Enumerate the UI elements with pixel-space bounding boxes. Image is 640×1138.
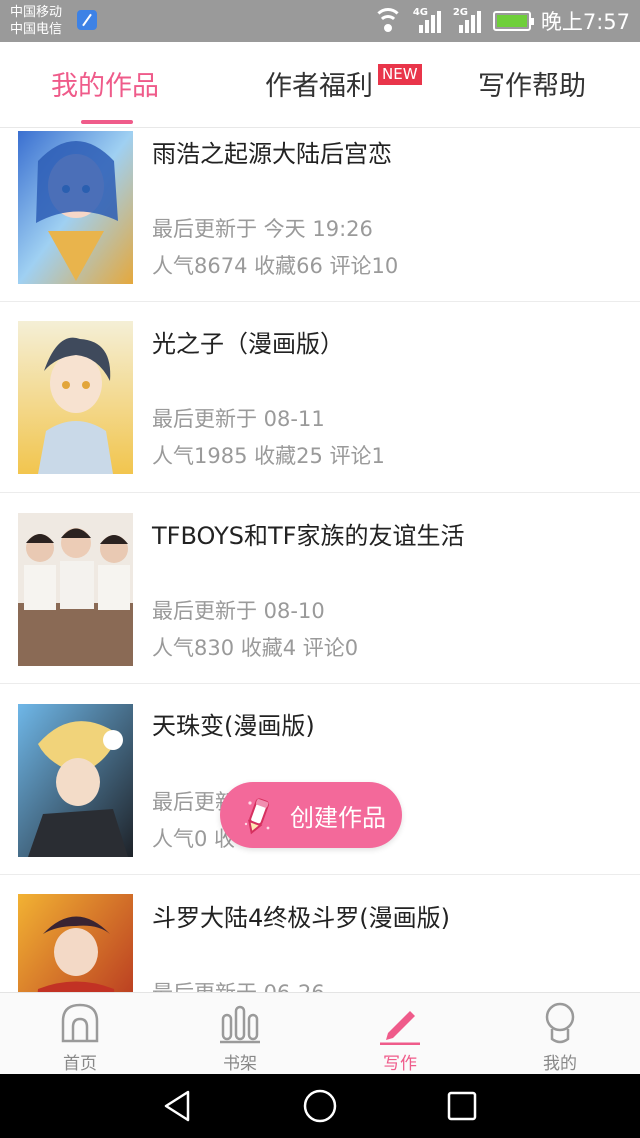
nav-home-label: 首页: [63, 1054, 97, 1074]
back-icon[interactable]: [160, 1088, 196, 1124]
work-stats: 人气8674 收藏66 评论10: [152, 254, 399, 278]
create-work-button[interactable]: 创建作品: [220, 782, 402, 848]
work-updated: 最后更新于 今天 19:26: [152, 217, 373, 241]
profile-icon: [545, 1002, 575, 1044]
work-title: 天珠变(漫画版): [152, 712, 315, 740]
tab-writing-help[interactable]: 写作帮助: [478, 64, 586, 103]
work-cover: [18, 704, 133, 857]
work-title: 光之子（漫画版）: [152, 330, 344, 358]
work-cover: [18, 894, 133, 992]
home-circle-icon[interactable]: [302, 1088, 338, 1124]
list-item[interactable]: TFBOYS和TF家族的友谊生活 最后更新于 08-10 人气830 收藏4 评…: [0, 493, 640, 684]
work-stats: 人气830 收藏4 评论0: [152, 636, 359, 660]
create-work-label: 创建作品: [290, 803, 386, 832]
nav-bookshelf-label: 书架: [223, 1054, 257, 1074]
sim-app-icon: [77, 10, 97, 30]
new-badge: NEW: [378, 64, 422, 85]
top-tabs: 我的作品 作者福利 NEW 写作帮助: [0, 42, 640, 128]
battery-icon: [492, 11, 534, 31]
system-nav-bar: [0, 1074, 640, 1138]
work-updated: 最后更新于 08-11: [152, 407, 325, 431]
tab-my-works[interactable]: 我的作品: [51, 64, 159, 103]
list-item[interactable]: 光之子（漫画版） 最后更新于 08-11 人气1985 收藏25 评论1: [0, 302, 640, 493]
list-item[interactable]: 雨浩之起源大陆后宫恋 最后更新于 今天 19:26 人气8674 收藏66 评论…: [0, 128, 640, 302]
work-title: TFBOYS和TF家族的友谊生活: [152, 522, 465, 550]
bottom-nav: 首页 书架 写作 我的: [0, 992, 640, 1074]
work-updated: 最后更新于 06-26: [152, 977, 325, 992]
status-time: 晚上7:57: [540, 10, 630, 34]
signal-2g-icon: 2G: [453, 7, 483, 33]
nav-write-label: 写作: [383, 1054, 417, 1074]
pen-icon: [380, 1011, 420, 1045]
work-cover: [18, 513, 133, 666]
carrier-2: 中国电信: [10, 22, 63, 37]
work-stats: 人气1985 收藏25 评论1: [152, 444, 385, 468]
bookshelf-icon: [220, 1005, 260, 1044]
signal-4g-icon: 4G: [413, 7, 443, 33]
recents-icon[interactable]: [444, 1088, 480, 1124]
work-cover: [18, 321, 133, 474]
work-title: 斗罗大陆4终极斗罗(漫画版): [152, 904, 450, 932]
nav-profile-label: 我的: [543, 1054, 577, 1074]
active-tab-indicator: [81, 120, 133, 124]
works-list: 雨浩之起源大陆后宫恋 最后更新于 今天 19:26 人气8674 收藏66 评论…: [0, 128, 640, 992]
work-updated: 最后更新于 08-10: [152, 599, 325, 623]
work-title: 雨浩之起源大陆后宫恋: [152, 140, 392, 168]
work-cover: [18, 131, 133, 284]
pencil-icon: [238, 794, 280, 836]
nav-profile[interactable]: 我的: [480, 993, 640, 1075]
nav-write[interactable]: 写作: [320, 993, 480, 1075]
carrier-info: 中国移动 中国电信: [10, 4, 62, 38]
list-item[interactable]: 斗罗大陆4终极斗罗(漫画版) 最后更新于 06-26: [0, 875, 640, 992]
tab-author-benefits[interactable]: 作者福利: [265, 64, 373, 103]
nav-home[interactable]: 首页: [0, 993, 160, 1075]
home-icon: [61, 1003, 99, 1043]
carrier-1: 中国移动: [10, 5, 63, 20]
status-bar: 中国移动 中国电信 4G 2G 晚上7:57: [0, 0, 640, 42]
nav-bookshelf[interactable]: 书架: [160, 993, 320, 1075]
wifi-icon: [372, 8, 403, 32]
